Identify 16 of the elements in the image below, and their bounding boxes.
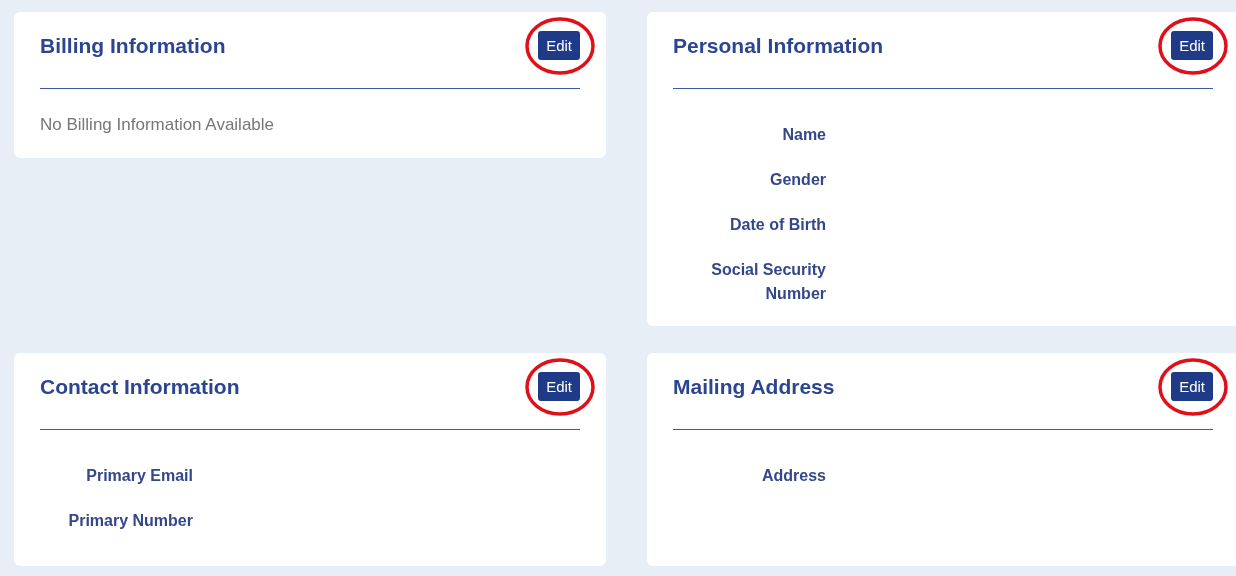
edit-button[interactable]: Edit bbox=[538, 31, 580, 60]
empty-message: No Billing Information Available bbox=[40, 114, 276, 136]
field-label: Name bbox=[781, 125, 826, 145]
edit-button[interactable]: Edit bbox=[1171, 372, 1213, 401]
field-label: Gender bbox=[769, 170, 826, 190]
field-label: Primary Email bbox=[85, 466, 193, 486]
edit-button[interactable]: Edit bbox=[538, 372, 580, 401]
card-title: Mailing Address bbox=[673, 374, 835, 399]
field-label: Primary Number bbox=[67, 511, 193, 531]
field-label: Date of Birth bbox=[729, 215, 826, 235]
edit-button[interactable]: Edit bbox=[1171, 31, 1213, 60]
card-title: Personal Information bbox=[673, 33, 884, 58]
field-label: Social Security Number bbox=[710, 260, 826, 304]
card-title: Billing Information bbox=[40, 33, 226, 58]
field-label: Address bbox=[760, 466, 826, 486]
card-title: Contact Information bbox=[40, 374, 240, 399]
